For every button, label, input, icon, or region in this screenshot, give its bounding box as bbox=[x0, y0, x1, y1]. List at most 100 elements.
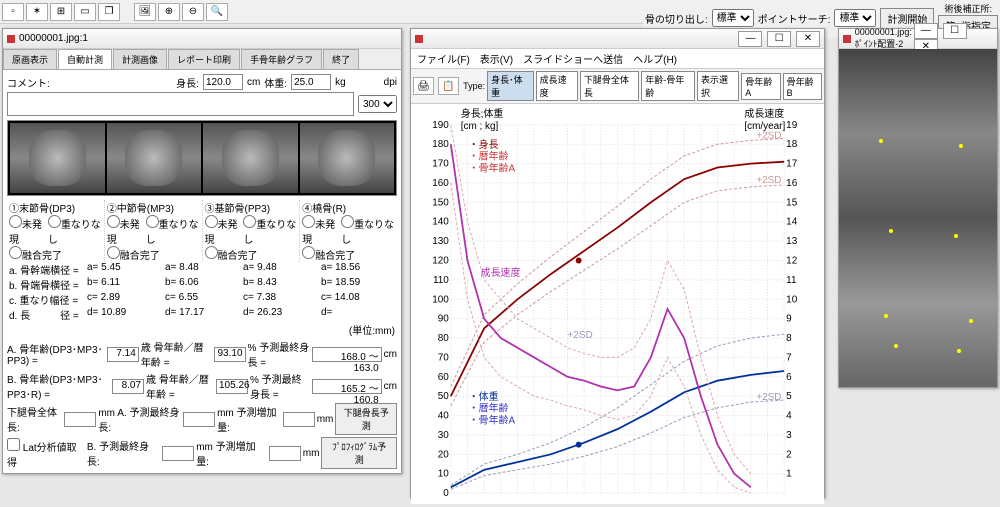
radio-3-0[interactable]: 未発現 bbox=[302, 215, 339, 246]
fld-leg-len[interactable] bbox=[64, 412, 96, 427]
svg-text:7: 7 bbox=[786, 352, 792, 363]
tab-original[interactable]: 原画表示 bbox=[3, 49, 57, 69]
val-b-0: b= 6.11 bbox=[85, 277, 163, 292]
svg-text:9: 9 bbox=[786, 314, 792, 325]
lbl-correction: 術後補正所: bbox=[944, 2, 992, 15]
landmark-dot[interactable] bbox=[879, 139, 883, 143]
type-btn-0[interactable]: 身長･体重 bbox=[487, 71, 534, 101]
svg-text:100: 100 bbox=[432, 294, 449, 305]
radio-0-2[interactable]: 融合完了 bbox=[9, 246, 62, 262]
input-comment[interactable] bbox=[7, 92, 354, 116]
tb-zoomin-icon[interactable]: ⊕ bbox=[158, 3, 180, 21]
type-btn-4[interactable]: 表示選択 bbox=[697, 71, 739, 101]
lbl-B: B. 骨年齢(DP3･MP3･PP3･R) = bbox=[7, 371, 110, 401]
radio-3-1[interactable]: 重なりなし bbox=[341, 215, 395, 246]
tb-magnify-icon[interactable]: 🔍 bbox=[206, 3, 228, 21]
lbl-A: A. 骨年齢(DP3･MP3･PP3) = bbox=[7, 341, 105, 367]
menu-slideshow[interactable]: スライドショーへ送信 bbox=[523, 51, 623, 66]
chk-lat[interactable]: Lat分析値取得 bbox=[7, 438, 85, 469]
radio-1-0[interactable]: 未発現 bbox=[107, 215, 144, 246]
tb-zoomout-icon[interactable]: ⊖ bbox=[182, 3, 204, 21]
menu-view[interactable]: 表示(V) bbox=[480, 51, 513, 66]
radio-2-2[interactable]: 融合完了 bbox=[205, 246, 258, 262]
radio-2-1[interactable]: 重なりなし bbox=[243, 215, 297, 246]
fld-incB[interactable] bbox=[269, 446, 301, 461]
btn-leg-predict[interactable]: 下腿骨長予測 bbox=[335, 403, 397, 435]
landmark-dot[interactable] bbox=[959, 144, 963, 148]
type-btn-3[interactable]: 年齢-骨年齢 bbox=[641, 71, 695, 101]
radio-1-1[interactable]: 重なりなし bbox=[146, 215, 200, 246]
landmark-dot[interactable] bbox=[889, 229, 893, 233]
tb-dup-icon[interactable]: ❐ bbox=[98, 3, 120, 21]
type-btn-6[interactable]: 骨年齢B bbox=[783, 73, 822, 100]
radio-0-1[interactable]: 重なりなし bbox=[48, 215, 102, 246]
btn-close-icon[interactable]: ✕ bbox=[796, 31, 820, 47]
tb-rect-icon[interactable]: ▭ bbox=[74, 3, 96, 21]
tb-cross-icon[interactable]: ✶ bbox=[26, 3, 48, 21]
radio-1-2[interactable]: 融合完了 bbox=[107, 246, 160, 262]
seg-name-0: ①末節骨(DP3) bbox=[9, 200, 102, 215]
win-title-left: 00000001.jpg:1 bbox=[19, 33, 397, 44]
svg-text:180: 180 bbox=[432, 139, 449, 150]
chart-canvas: 0102030405060708090100110120130140150160… bbox=[411, 104, 824, 504]
btn-minimize-icon[interactable]: — bbox=[738, 31, 762, 47]
type-btn-5[interactable]: 骨年齢A bbox=[741, 73, 780, 100]
landmark-dot[interactable] bbox=[957, 349, 961, 353]
svg-text:0: 0 bbox=[443, 488, 449, 499]
sel-pointsearch[interactable]: 標準 bbox=[834, 9, 876, 27]
type-btn-1[interactable]: 成長速度 bbox=[536, 71, 578, 101]
landmark-dot[interactable] bbox=[969, 319, 973, 323]
landmark-dot[interactable] bbox=[894, 344, 898, 348]
btn-maximize-icon[interactable]: ☐ bbox=[943, 23, 967, 39]
svg-text:16: 16 bbox=[786, 178, 798, 189]
xray-thumb-1[interactable] bbox=[10, 123, 105, 193]
sel-dpi[interactable]: 300 bbox=[358, 95, 397, 113]
radio-2-0[interactable]: 未発現 bbox=[205, 215, 242, 246]
btn-profilo-predict[interactable]: ﾌﾟﾛﾌｨﾛｸﾞﾗﾑ予測 bbox=[321, 437, 397, 469]
landmark-dot[interactable] bbox=[954, 234, 958, 238]
tb-image-icon[interactable]: 🖼 bbox=[134, 3, 156, 21]
svg-text:身長;体重: 身長;体重 bbox=[461, 107, 504, 120]
sel-cutout[interactable]: 標準 bbox=[712, 9, 754, 27]
val-c-0: c= 2.89 bbox=[85, 292, 163, 307]
btn-minimize-icon[interactable]: — bbox=[914, 23, 938, 39]
radio-3-2[interactable]: 融合完了 bbox=[302, 246, 355, 262]
tb-grid-icon[interactable]: ⊞ bbox=[50, 3, 72, 21]
xray-thumb-4[interactable] bbox=[300, 123, 395, 193]
landmark-dot[interactable] bbox=[884, 314, 888, 318]
tab-measure-image[interactable]: 計測画像 bbox=[113, 49, 167, 69]
fld-predB[interactable] bbox=[162, 446, 194, 461]
chart-tb-copy-icon[interactable]: 📋 bbox=[438, 77, 459, 95]
xray-large-image[interactable] bbox=[839, 49, 997, 387]
input-weight[interactable] bbox=[291, 74, 331, 90]
val-B: 8.07 bbox=[112, 379, 144, 394]
svg-text:10: 10 bbox=[786, 294, 798, 305]
val-A-pct: 93.10 bbox=[214, 347, 246, 362]
tab-exit[interactable]: 終了 bbox=[323, 49, 359, 69]
radio-0-0[interactable]: 未発現 bbox=[9, 215, 46, 246]
tab-report[interactable]: レポート印刷 bbox=[168, 49, 240, 69]
fld-predA[interactable] bbox=[183, 412, 215, 427]
tb-new-icon[interactable]: ▫ bbox=[2, 3, 24, 21]
input-height[interactable] bbox=[203, 74, 243, 90]
btn-maximize-icon[interactable]: ☐ bbox=[767, 31, 791, 47]
xray-detail-window: 00000001.jpg:ﾎﾟｲﾝﾄ配置-2 — ☐ ✕ bbox=[838, 28, 998, 388]
xray-thumb-2[interactable] bbox=[107, 123, 202, 193]
lbl-dpi: dpi bbox=[384, 77, 397, 88]
svg-text:6: 6 bbox=[786, 372, 792, 383]
val-A: 7.14 bbox=[107, 347, 139, 362]
svg-text:2: 2 bbox=[786, 449, 792, 460]
tab-bone-graph[interactable]: 手骨年齢グラフ bbox=[241, 49, 322, 69]
svg-text:17: 17 bbox=[786, 159, 798, 170]
svg-text:30: 30 bbox=[438, 430, 450, 441]
tab-auto-measure[interactable]: 自動計測 bbox=[58, 49, 112, 69]
svg-text:3: 3 bbox=[786, 430, 792, 441]
chart-tb-print-icon[interactable]: 🖨 bbox=[413, 77, 434, 95]
xray-thumb-3[interactable] bbox=[203, 123, 298, 193]
svg-text:・骨年齢A: ・骨年齢A bbox=[469, 413, 516, 426]
fld-incA[interactable] bbox=[283, 412, 315, 427]
seg-name-2: ③基節骨(PP3) bbox=[205, 200, 298, 215]
type-btn-2[interactable]: 下腿骨全体長 bbox=[580, 71, 639, 101]
menu-file[interactable]: ファイル(F) bbox=[417, 51, 470, 66]
menu-help[interactable]: ヘルプ(H) bbox=[633, 51, 677, 66]
